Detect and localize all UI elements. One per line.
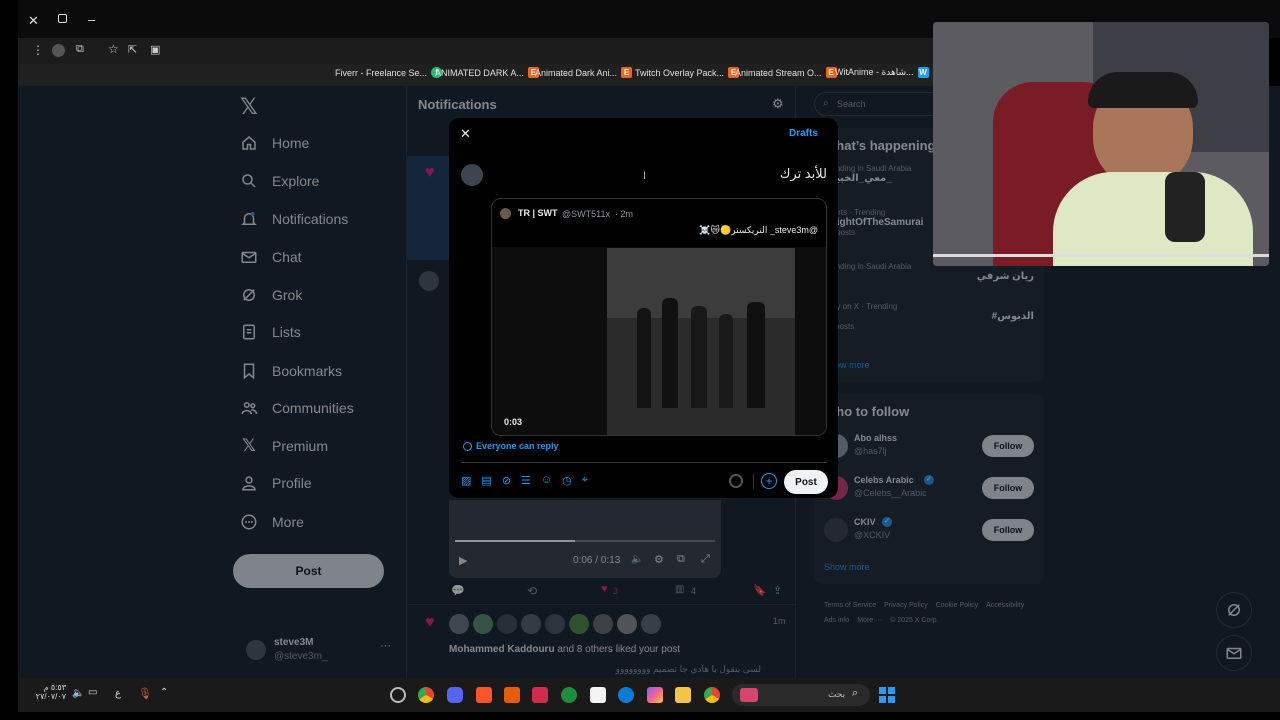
file-explorer-icon[interactable]	[675, 687, 691, 703]
quoted-author-handle: @SWT511x	[562, 209, 610, 219]
discord-icon[interactable]	[447, 687, 463, 703]
location-icon[interactable]: ⌖	[582, 474, 588, 487]
microphone-icon[interactable]: 🎙	[138, 687, 152, 700]
quoted-post[interactable]: TR | SWT @SWT511x · 2m @steve3m_ التريكس…	[491, 198, 827, 436]
clock[interactable]: ٥:٥٣ م ٢٧/٠٧/٠٧	[30, 683, 66, 701]
character-counter	[729, 474, 743, 488]
webcam-overlay	[933, 22, 1269, 266]
bookmark-item[interactable]: Animated Stream O... E	[735, 67, 837, 78]
taskbar-search[interactable]: بحث ⌕	[732, 684, 870, 706]
bookmark-label: Fiverr - Freelance Se...	[335, 67, 428, 78]
bookmark-label: WitAnime - شاهدة...	[835, 67, 914, 77]
schedule-icon[interactable]: ◷	[562, 474, 572, 487]
divider	[461, 462, 827, 463]
copilot-icon[interactable]	[647, 687, 663, 703]
close-icon[interactable]: ✕	[28, 13, 39, 29]
chevron-up-icon[interactable]: ⌃	[160, 687, 168, 698]
quoted-time: · 2m	[615, 209, 633, 219]
app-icon[interactable]	[504, 687, 520, 703]
compose-toolbar: ▨ ▤ ⊘ ☰ ☺ ◷ ⌖	[461, 474, 588, 487]
bookmark-label: Twitch Overlay Pack...	[635, 67, 725, 78]
clock-date: ٢٧/٠٧/٠٧	[35, 692, 66, 701]
star-icon[interactable]: ☆	[108, 42, 119, 56]
quoted-author-name: TR | SWT	[518, 208, 558, 218]
bookmark-item[interactable]: Animated Dark Ani... E	[535, 67, 633, 78]
profile-avatar-icon[interactable]	[52, 44, 65, 57]
share-icon[interactable]: ⇱	[128, 43, 137, 56]
gif-icon[interactable]: ▤	[481, 474, 491, 487]
compose-textarea[interactable]: للأبد ترك	[493, 166, 827, 182]
divider	[753, 473, 754, 489]
chrome-icon[interactable]	[704, 687, 720, 703]
video-figure	[747, 302, 765, 408]
app-icon[interactable]	[532, 687, 548, 703]
drafts-button[interactable]: Drafts	[789, 128, 818, 139]
bookmark-label: ANIMATED DARK A...	[435, 67, 524, 78]
search-placeholder: بحث	[828, 689, 846, 699]
clock-time: ٥:٥٣ م	[43, 683, 66, 692]
video-figure	[719, 314, 733, 408]
edge-icon[interactable]	[618, 687, 634, 703]
search-highlight-icon	[740, 688, 758, 702]
poll-icon[interactable]: ☰	[521, 474, 531, 487]
screen-icon[interactable]: ▣	[150, 43, 160, 56]
grok-icon[interactable]: ⊘	[502, 474, 511, 487]
extensions-icon[interactable]: ⧉	[76, 43, 84, 56]
video-duration: 0:03	[504, 417, 523, 427]
video-figure	[662, 298, 678, 408]
text-cursor-icon: I	[643, 170, 647, 182]
media-icon[interactable]: ▨	[461, 474, 471, 487]
language-indicator[interactable]: ع	[115, 688, 121, 699]
etsy-icon: E	[621, 67, 633, 78]
bookmark-item[interactable]: Fiverr - Freelance Se... f	[335, 67, 443, 78]
emoji-icon[interactable]: ☺	[541, 474, 552, 487]
start-icon[interactable]	[879, 687, 895, 703]
search-icon: ⌕	[852, 687, 859, 699]
reply-settings-label: Everyone can reply	[476, 441, 559, 451]
bookmark-item[interactable]: WitAnime - شاهدة... W	[835, 67, 929, 78]
menu-dots-icon[interactable]: ⋮	[32, 43, 44, 57]
avatar	[461, 164, 483, 186]
globe-icon	[463, 441, 472, 451]
video-figure	[691, 306, 707, 408]
webcam-microphone	[1165, 172, 1205, 242]
bookmark-label: Animated Dark Ani...	[535, 67, 618, 78]
bookmarks-bar: Fiverr - Freelance Se... f ANIMATED DARK…	[18, 64, 938, 86]
chrome-icon[interactable]	[418, 687, 434, 703]
post-button[interactable]: Post	[784, 470, 828, 494]
browser-toolbar: ⋮ ⧉ ☆ ⇱ ▣	[18, 38, 938, 64]
add-post-icon[interactable]: +	[761, 473, 777, 489]
obs-icon[interactable]	[390, 687, 406, 703]
bookmark-item[interactable]: Twitch Overlay Pack... E	[635, 67, 740, 78]
brave-icon[interactable]	[476, 687, 492, 703]
reply-settings-button[interactable]: Everyone can reply	[463, 441, 559, 451]
video-thumbnail[interactable]	[607, 248, 795, 435]
volume-icon[interactable]: 🔈	[72, 688, 84, 699]
webcam-person-hair	[1088, 72, 1198, 108]
quoted-text: @steve3m_ التريكستر🟡😿☠️	[699, 225, 818, 235]
app-icon[interactable]	[561, 687, 577, 703]
network-icon[interactable]: ▭	[88, 687, 97, 698]
taskbar: ٥:٥٣ م ٢٧/٠٧/٠٧ 🔈 ▭ ع 🎙 ⌃ بحث ⌕	[18, 678, 1280, 712]
store-icon[interactable]	[590, 687, 606, 703]
restore-icon[interactable]	[58, 14, 67, 23]
webcam-frame-border	[933, 254, 1269, 257]
close-icon[interactable]: ✕	[460, 126, 471, 142]
video-figure	[637, 308, 651, 408]
avatar	[500, 208, 511, 219]
webcam-person-shirt	[1053, 172, 1253, 266]
bookmark-item[interactable]: ANIMATED DARK A... E	[435, 67, 539, 78]
bookmark-label: Animated Stream O...	[735, 67, 822, 78]
minimize-icon[interactable]: –	[88, 12, 95, 27]
witanime-icon: W	[917, 67, 929, 78]
